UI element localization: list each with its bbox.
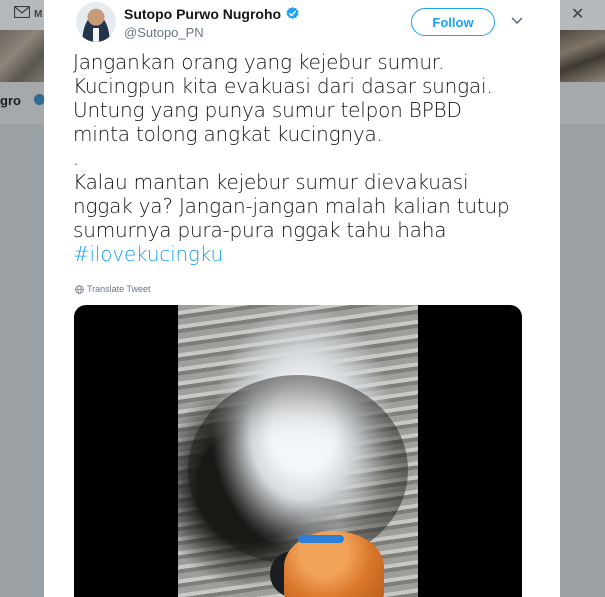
- avatar-shirt: [93, 28, 99, 42]
- handle[interactable]: @Sutopo_PN: [124, 25, 204, 40]
- background-left-name: gro: [0, 93, 21, 108]
- verified-icon: [286, 6, 299, 19]
- tweet-text: Jangankan orang yang kejebur sumur. Kuci…: [73, 50, 533, 266]
- avatar[interactable]: [76, 2, 116, 42]
- tweet-body: Jangankan orang yang kejebur sumur. Kuci…: [73, 50, 510, 242]
- globe-icon: [75, 284, 84, 294]
- translate-label: Translate Tweet: [87, 284, 151, 294]
- translate-tweet[interactable]: Translate Tweet: [75, 284, 151, 294]
- background-media-right: [560, 30, 605, 82]
- background-messages-label: M: [34, 9, 43, 20]
- chevron-down-icon[interactable]: [510, 14, 524, 28]
- hashtag-link[interactable]: #ilovekucingku: [73, 242, 223, 266]
- display-name[interactable]: Sutopo Purwo Nugroho: [124, 6, 281, 22]
- close-icon[interactable]: ✕: [571, 4, 584, 24]
- background-media-left: [0, 30, 44, 82]
- follow-button[interactable]: Follow: [411, 8, 495, 36]
- envelope-icon: [13, 5, 31, 21]
- video-player[interactable]: [74, 305, 522, 597]
- helmet-band: [298, 535, 344, 543]
- tweet-card: Sutopo Purwo Nugroho @Sutopo_PN Follow J…: [44, 0, 560, 597]
- video-frame: [178, 305, 418, 597]
- background-card-right: [560, 82, 605, 124]
